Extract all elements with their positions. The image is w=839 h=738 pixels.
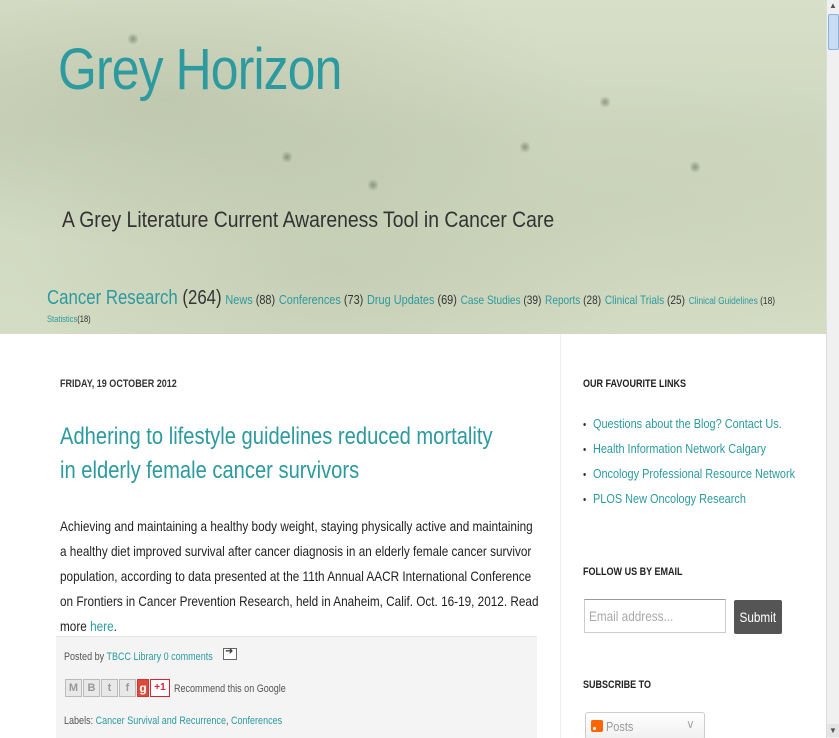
label-count: (18) [760, 296, 776, 307]
scroll-thumb[interactable] [828, 14, 839, 50]
feed-icon [591, 720, 603, 732]
share-buttons: M B t f g +1 [65, 679, 170, 697]
post-labels-line: Labels: Cancer Survival and Recurrence, … [64, 715, 282, 727]
post-body-text: Achieving and maintaining a healthy body… [60, 518, 539, 634]
list-item: • Health Information Network Calgary [583, 437, 795, 462]
label-cloud-row: Statistics(18) [47, 309, 694, 327]
bullet-icon: • [583, 419, 587, 431]
label-count: (88) [255, 292, 276, 307]
favourite-links-heading: OUR FAVOURITE LINKS [583, 378, 687, 390]
twitter-share-icon[interactable]: t [101, 679, 118, 697]
label-link-conferences[interactable]: Conferences [279, 292, 341, 307]
label-cloud-row: Cancer Research (264) News (88) Conferen… [47, 287, 775, 309]
email-subscribe-input[interactable]: Email address... [584, 599, 726, 633]
post-date-header: FRIDAY, 19 OCTOBER 2012 [60, 378, 177, 390]
post-label-link[interactable]: Cancer Survival and Recurrence [96, 715, 226, 727]
submit-label: Submit [739, 609, 777, 625]
label-link-reports[interactable]: Reports [545, 293, 580, 307]
vertical-scrollbar[interactable]: ▲ ▼ [826, 0, 839, 738]
list-item: • Questions about the Blog? Contact Us. [583, 412, 795, 437]
background-texture-speck [600, 95, 610, 109]
label-count: (73) [343, 292, 364, 307]
scroll-down-arrow-icon[interactable]: ▼ [827, 724, 839, 737]
label-count: (264) [182, 287, 222, 309]
list-item: • Oncology Professional Resource Network [583, 462, 795, 487]
scroll-up-arrow-icon[interactable]: ▲ [827, 0, 839, 12]
recommend-text: Recommend this on Google [174, 683, 286, 695]
blog-title[interactable]: Grey Horizon [58, 36, 342, 103]
email-placeholder: Email address... [589, 608, 674, 624]
bullet-icon: • [583, 469, 587, 481]
labels-prefix: Labels: [64, 715, 94, 727]
plus-one-button[interactable]: +1 [150, 679, 170, 697]
label-link-clinical-trials[interactable]: Clinical Trials [605, 293, 664, 307]
background-texture-speck [282, 150, 292, 164]
post-footer: Posted by TBCC Library 0 comments M B t … [56, 636, 537, 738]
subscribe-dropdown[interactable]: Posts ∨ [585, 712, 705, 738]
label-count: (69) [437, 292, 457, 307]
post-title[interactable]: Adhering to lifestyle guidelines reduced… [60, 420, 514, 488]
favourite-link[interactable]: Oncology Professional Resource Network [593, 466, 795, 481]
submit-button[interactable]: Submit [734, 600, 782, 634]
read-more-link[interactable]: here [90, 618, 114, 634]
favourite-link[interactable]: PLOS New Oncology Research [593, 491, 746, 506]
background-texture-speck [368, 178, 378, 192]
label-cloud: Cancer Research (264) News (88) Conferen… [47, 287, 817, 327]
favourite-link[interactable]: Questions about the Blog? Contact Us. [593, 416, 782, 431]
post-body: Achieving and maintaining a healthy body… [60, 514, 539, 639]
label-link-clinical-guidelines[interactable]: Clinical Guidelines [689, 296, 758, 307]
blog-description: A Grey Literature Current Awareness Tool… [62, 207, 555, 232]
blogthis-share-icon[interactable]: B [83, 679, 100, 697]
list-item: • PLOS New Oncology Research [583, 487, 795, 512]
background-texture-speck [690, 160, 700, 174]
bullet-icon: • [583, 444, 587, 456]
subscribe-option-label: Posts [606, 719, 634, 734]
label-count: (25) [667, 293, 685, 307]
facebook-share-icon[interactable]: f [119, 679, 136, 697]
favourite-link[interactable]: Health Information Network Calgary [593, 441, 766, 456]
email-post-icon[interactable] [223, 646, 237, 660]
chevron-down-icon: ∨ [686, 717, 695, 731]
post-body-period: . [113, 618, 117, 634]
post-label-link[interactable]: Conferences [231, 715, 282, 727]
label-link-news[interactable]: News [225, 292, 252, 307]
email-share-icon[interactable]: M [65, 679, 82, 697]
label-link-cancer-research[interactable]: Cancer Research [47, 287, 178, 309]
label-link-drug-updates[interactable]: Drug Updates [367, 292, 434, 307]
labels-separator: , [225, 715, 229, 727]
bullet-icon: • [583, 494, 587, 506]
blog-header: Grey Horizon A Grey Literature Current A… [0, 0, 826, 334]
label-count: (18) [77, 314, 91, 324]
posted-by-label: Posted by [64, 651, 105, 663]
post-comments-link[interactable]: 0 comments [164, 651, 213, 663]
favourite-links-list: • Questions about the Blog? Contact Us. •… [583, 412, 835, 512]
label-link-case-studies[interactable]: Case Studies [461, 293, 521, 307]
label-count: (28) [583, 293, 602, 307]
post-author-line: Posted by TBCC Library 0 comments [64, 651, 213, 663]
background-texture-speck [520, 140, 530, 154]
sidebar: OUR FAVOURITE LINKS • Questions about the… [560, 334, 826, 738]
google-plus-icon[interactable]: g [137, 679, 149, 697]
label-count: (39) [523, 293, 542, 307]
label-link-statistics[interactable]: Statistics [47, 314, 77, 324]
follow-by-email-heading: FOLLOW US BY EMAIL [583, 566, 683, 578]
post-author-link[interactable]: TBCC Library [106, 651, 161, 663]
subscribe-heading: SUBSCRIBE TO [583, 679, 651, 691]
